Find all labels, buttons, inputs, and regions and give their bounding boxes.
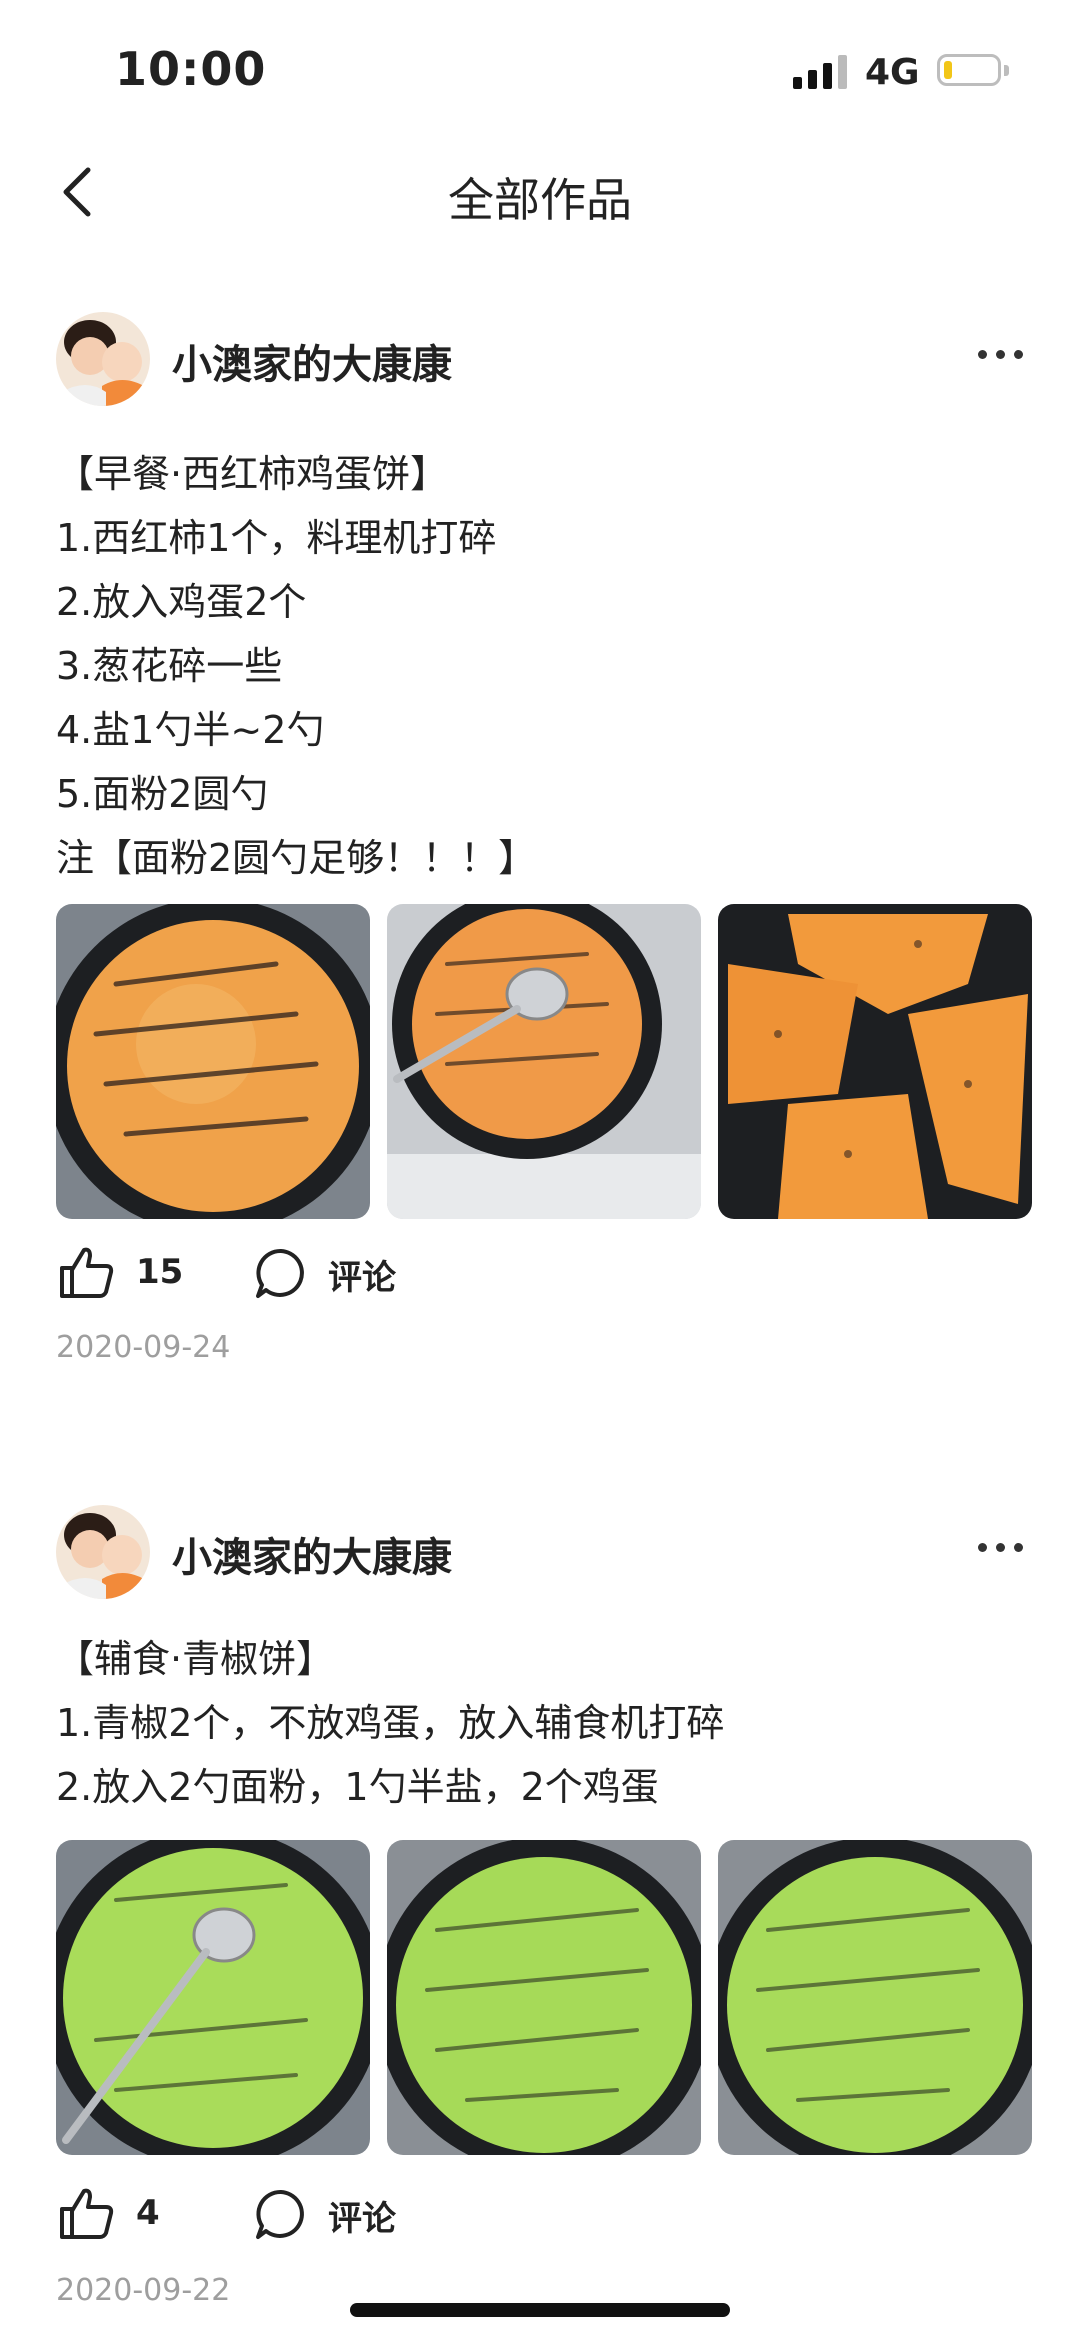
- thumbs-up-icon[interactable]: [58, 2185, 114, 2241]
- post-actions: 4 评论: [56, 2181, 656, 2251]
- post-card: 小澳家的大康康 【辅食·青椒饼】 1.青椒2个，不放鸡蛋，放入辅食机打碎 2.放…: [0, 1505, 1080, 2308]
- cellular-signal-icon: [793, 55, 851, 89]
- page-title: 全部作品: [448, 173, 632, 227]
- avatar[interactable]: [56, 1505, 150, 1599]
- post-text: 【辅食·青椒饼】 1.青椒2个，不放鸡蛋，放入辅食机打碎 2.放入2勺面粉，1勺…: [56, 1627, 1036, 1819]
- comment-button[interactable]: 评论: [328, 2191, 396, 2240]
- post-line: 2.放入2勺面粉，1勺半盐，2个鸡蛋: [56, 1765, 659, 1809]
- photo-thumbnail[interactable]: [387, 904, 701, 1219]
- post-date: 2020-09-24: [56, 1330, 231, 1365]
- post-line: 5.面粉2圆勺: [56, 772, 269, 816]
- post-line: 2.放入鸡蛋2个: [56, 580, 307, 624]
- post-text: 【早餐·西红柿鸡蛋饼】 1.西红柿1个，料理机打碎 2.放入鸡蛋2个 3.葱花碎…: [56, 442, 1036, 890]
- more-options-icon[interactable]: [970, 1525, 1030, 1575]
- nav-bar: 全部作品: [0, 140, 1080, 250]
- network-type: 4G: [865, 52, 920, 93]
- home-indicator[interactable]: [350, 2303, 730, 2317]
- comment-bubble-icon[interactable]: [254, 1246, 308, 1300]
- post-line: 4.盐1勺半~2勺: [56, 708, 325, 752]
- photo-thumbnail[interactable]: [56, 1840, 370, 2155]
- like-count: 4: [136, 2193, 160, 2233]
- battery-icon: [937, 54, 1009, 86]
- photo-thumbnail[interactable]: [718, 1840, 1032, 2155]
- photo-thumbnail[interactable]: [387, 1840, 701, 2155]
- avatar[interactable]: [56, 312, 150, 406]
- post-line: 【早餐·西红柿鸡蛋饼】: [56, 452, 449, 496]
- status-bar: 10:00 4G: [0, 0, 1080, 130]
- more-options-icon[interactable]: [970, 332, 1030, 382]
- author-name[interactable]: 小澳家的大康康: [172, 1525, 452, 1583]
- photo-grid: [56, 1840, 1032, 2155]
- post-date: 2020-09-22: [56, 2273, 231, 2308]
- status-time: 10:00: [115, 42, 267, 96]
- post-line: 注【面粉2圆勺足够！！！】: [56, 836, 537, 880]
- comment-button[interactable]: 评论: [328, 1250, 396, 1299]
- thumbs-up-icon[interactable]: [58, 1244, 114, 1300]
- post-line: 1.青椒2个，不放鸡蛋，放入辅食机打碎: [56, 1701, 725, 1745]
- post-actions: 15 评论: [56, 1240, 656, 1310]
- post-line: 1.西红柿1个，料理机打碎: [56, 516, 497, 560]
- post-line: 【辅食·青椒饼】: [56, 1637, 335, 1681]
- photo-thumbnail[interactable]: [56, 904, 370, 1219]
- photo-grid: [56, 904, 1032, 1219]
- author-name[interactable]: 小澳家的大康康: [172, 332, 452, 390]
- comment-bubble-icon[interactable]: [254, 2187, 308, 2241]
- like-count: 15: [136, 1252, 184, 1292]
- photo-thumbnail[interactable]: [718, 904, 1032, 1219]
- post-card: 小澳家的大康康 【早餐·西红柿鸡蛋饼】 1.西红柿1个，料理机打碎 2.放入鸡蛋…: [0, 312, 1080, 1365]
- post-line: 3.葱花碎一些: [56, 644, 283, 688]
